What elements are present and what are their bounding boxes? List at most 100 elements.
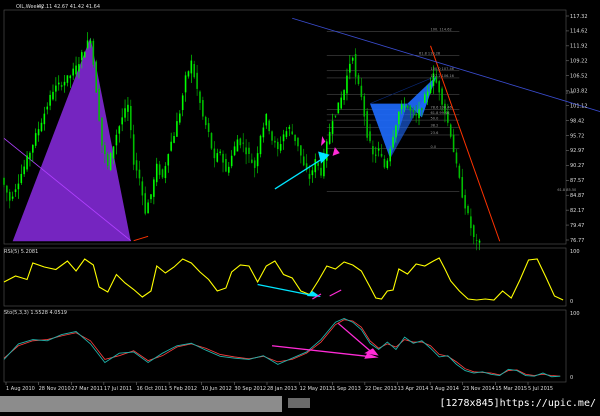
- candle-body: [294, 134, 296, 142]
- fib-level-label: 61.8 85.50: [557, 188, 576, 192]
- candle-body: [141, 181, 144, 196]
- x-axis-label: 22 Dec 2013: [365, 386, 397, 392]
- candle-body: [282, 134, 285, 142]
- candle-body: [274, 140, 276, 143]
- candle-body: [455, 152, 458, 164]
- candle-body: [372, 146, 374, 155]
- price-axis-label: 111.92: [570, 44, 588, 50]
- candle-body: [127, 104, 129, 112]
- fib-level-label: 23.6: [431, 131, 439, 135]
- x-axis-label: 5 Jul 2015: [528, 386, 553, 392]
- candle-body: [300, 145, 302, 156]
- candle-body: [43, 113, 46, 125]
- candle-body: [268, 120, 270, 132]
- candle-body: [72, 68, 74, 76]
- cyan-arrow-rsi: [257, 283, 316, 297]
- x-axis-label: 12 May 2013: [300, 386, 333, 392]
- candle-body: [360, 85, 363, 97]
- candle-body: [222, 153, 224, 163]
- candle-body: [377, 148, 380, 151]
- candle-body: [383, 158, 386, 168]
- x-axis-label: 5 Feb 2012: [169, 386, 197, 392]
- candle-body: [441, 88, 443, 105]
- candle-body: [170, 141, 172, 151]
- price-header-ohlc: 42.11 42.67 41.42 41.64: [38, 4, 100, 10]
- candle-body: [75, 65, 77, 75]
- candle-body: [334, 115, 337, 117]
- price-axis-label: 76.77: [570, 238, 584, 244]
- candle-body: [210, 133, 213, 149]
- candle-body: [233, 146, 236, 156]
- candle-body: [158, 164, 161, 175]
- candle-body: [438, 81, 440, 93]
- rsi-line: [3, 257, 564, 301]
- magenta-arrow-price-2: [332, 147, 340, 156]
- candle-body: [288, 126, 291, 129]
- candle-body: [109, 152, 112, 171]
- candle-body: [115, 134, 118, 146]
- candle-body: [403, 106, 406, 108]
- candle-body: [239, 138, 242, 146]
- x-axis-label: 23 Nov 2014: [463, 386, 495, 392]
- scrollbar-track[interactable]: [0, 396, 282, 412]
- x-axis-label: 1 Sep 2013: [332, 386, 361, 392]
- fib-level-label: 78.6 100.46: [431, 106, 452, 110]
- candle-body: [147, 202, 149, 214]
- candle-body: [228, 166, 230, 173]
- candle-body: [363, 96, 366, 117]
- price-axis-label: 114.62: [570, 29, 588, 35]
- chart-tab[interactable]: [288, 398, 310, 408]
- x-axis-label: 30 Sep 2012: [234, 386, 266, 392]
- candle-body: [343, 90, 345, 100]
- price-axis-label: 87.57: [570, 178, 584, 184]
- candle-body: [230, 155, 233, 167]
- price-axis-label: 79.47: [570, 223, 584, 229]
- candle-body: [153, 179, 155, 197]
- candle-body: [40, 122, 43, 132]
- x-axis-label: 1 Aug 2010: [6, 386, 35, 392]
- candle-body: [52, 91, 54, 100]
- candle-body: [181, 95, 184, 111]
- candle-body: [472, 225, 475, 238]
- stochastic-header: Sto(5,3,3) 1.5528 4.0519: [4, 310, 67, 316]
- candle-body: [302, 156, 305, 166]
- candle-body: [245, 147, 247, 155]
- candle-body: [14, 189, 17, 193]
- price-axis-label: 84.87: [570, 193, 584, 199]
- candle-body: [8, 191, 11, 201]
- rsi-panel-frame: [3, 247, 567, 307]
- candle-body: [349, 63, 351, 73]
- x-axis-label: 28 Jan 2013: [267, 386, 297, 392]
- x-axis-label: 27 Mar 2011: [71, 386, 103, 392]
- candle-body: [150, 194, 152, 200]
- candle-body: [121, 117, 123, 125]
- candle-body: [475, 240, 478, 242]
- candle-body: [421, 108, 423, 111]
- candle-body: [135, 160, 138, 171]
- candle-body: [49, 94, 51, 106]
- candle-body: [265, 113, 268, 126]
- fib-level-label: 61.8 99.46: [431, 111, 450, 115]
- candle-body: [98, 88, 100, 121]
- price-axis-label: 98.42: [570, 118, 584, 124]
- candle-body: [173, 136, 175, 143]
- candle-body: [144, 193, 147, 214]
- rsi-axis-label: 100: [570, 249, 580, 255]
- candle-body: [351, 57, 354, 61]
- candle-body: [37, 129, 40, 136]
- candle-body: [291, 131, 293, 135]
- candle-body: [17, 183, 20, 190]
- candle-body: [112, 146, 115, 159]
- candle-body: [196, 72, 198, 89]
- candle-body: [452, 134, 455, 153]
- stochastic-panel: [3, 309, 567, 383]
- candle-body: [130, 106, 132, 131]
- candle-body: [20, 173, 23, 184]
- candle-body: [409, 106, 412, 111]
- magenta-arrow-price: [321, 136, 326, 146]
- candle-body: [331, 121, 334, 134]
- candle-body: [253, 160, 256, 168]
- candle-body: [26, 155, 28, 170]
- candle-body: [118, 126, 121, 134]
- price-axis-label: 109.22: [570, 59, 588, 65]
